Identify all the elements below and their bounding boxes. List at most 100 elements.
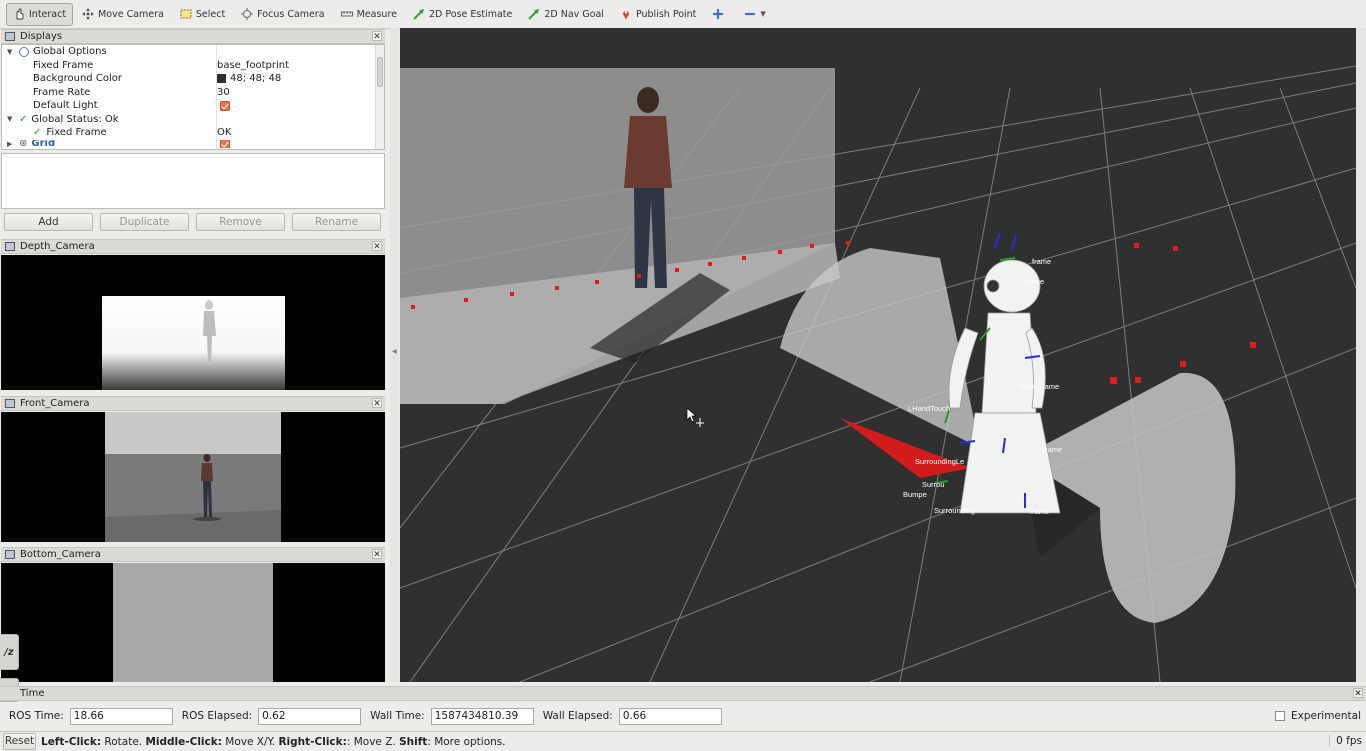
depth-camera-title: Depth_Camera	[20, 241, 95, 252]
color-swatch	[217, 74, 226, 84]
pose-estimate-tool[interactable]: 2D Pose Estimate	[406, 3, 519, 26]
tree-row-default-light[interactable]: Default Light	[2, 99, 384, 113]
tree-row-frame-rate[interactable]: Frame Rate 30	[2, 86, 384, 100]
hint-text: Rotate.	[101, 735, 146, 748]
tree-row-global-options[interactable]: ▼ Global Options	[2, 45, 384, 59]
default-light-checkbox[interactable]	[220, 100, 230, 111]
close-icon[interactable]: ✕	[372, 549, 382, 560]
fixed-frame-value[interactable]: base_footprint	[217, 60, 289, 71]
add-button[interactable]: Add	[4, 213, 93, 231]
tree-row-fixed-frame[interactable]: Fixed Frame base_footprint	[2, 59, 384, 73]
reset-button[interactable]: Reset	[3, 733, 36, 750]
front-camera-header: Front_Camera ✕	[1, 396, 385, 411]
publish-point-label: Publish Point	[635, 8, 697, 20]
measure-tool[interactable]: Measure	[334, 3, 404, 26]
main-toolbar: Interact Move Camera Select Focus Camera…	[0, 0, 1366, 29]
remove-button[interactable]: Remove	[196, 213, 285, 231]
close-icon[interactable]: ✕	[372, 31, 382, 42]
experimental-checkbox[interactable]	[1275, 711, 1285, 721]
minus-icon	[744, 8, 756, 20]
map-pin-icon	[620, 8, 632, 20]
frame-label: Bumpe	[903, 490, 927, 499]
add-tool-button[interactable]	[705, 3, 735, 26]
hint-key: Shift	[399, 735, 428, 748]
select-tool[interactable]: Select	[173, 3, 232, 26]
hint-key: Middle-Click:	[145, 735, 222, 748]
tree-row-grid[interactable]: ▶ ⊛ Grid	[2, 139, 384, 148]
displays-tree[interactable]: ▼ Global Options Fixed Frame base_footpri…	[1, 44, 385, 150]
tree-row-status-fixed-frame[interactable]: ✓ Fixed Frame OK	[2, 126, 384, 140]
front-image	[105, 412, 281, 542]
remove-tool-dropdown[interactable]: ▼	[737, 3, 772, 26]
depth-camera-view[interactable]	[1, 255, 385, 390]
3d-viewport[interactable]: frame LHandTouch back_frame SurroundingL…	[400, 28, 1356, 682]
duplicate-button[interactable]: Duplicate	[100, 213, 189, 231]
focus-camera-tool[interactable]: Focus Camera	[234, 3, 331, 26]
time-title: Time	[20, 688, 45, 699]
tree-label: Global Status: Ok	[31, 113, 119, 125]
frame-rate-value[interactable]: 30	[217, 87, 230, 98]
grid-checkbox[interactable]	[220, 139, 230, 148]
ros-time-field[interactable]: 18.66	[69, 707, 173, 725]
hint-key: Left-Click:	[41, 735, 102, 748]
focus-camera-icon	[241, 8, 254, 20]
tree-row-background-color[interactable]: Background Color 48; 48; 48	[2, 72, 384, 86]
front-camera-view[interactable]	[1, 412, 385, 542]
chevron-down-icon: ▼	[760, 10, 766, 18]
expand-arrow-icon[interactable]: ▼	[7, 48, 17, 56]
frame-label: Surrou	[922, 480, 945, 489]
depth-image	[102, 296, 285, 390]
wall-time-label: Wall Time:	[370, 710, 425, 722]
ros-time-label: ROS Time:	[9, 710, 64, 722]
close-icon[interactable]: ✕	[372, 241, 382, 252]
hint-text: : Move Z.	[346, 735, 400, 748]
close-icon[interactable]: ✕	[1353, 688, 1363, 699]
tree-scrollbar[interactable]	[375, 45, 384, 149]
side-tab-1[interactable]: /z	[0, 634, 19, 670]
tree-label: Background Color	[33, 73, 122, 85]
interact-tool[interactable]: Interact	[6, 2, 74, 26]
pose-estimate-label: 2D Pose Estimate	[428, 8, 513, 20]
bottom-image	[113, 563, 273, 682]
frame-label: frame	[1030, 507, 1049, 516]
interact-tool-label: Interact	[29, 8, 67, 20]
expand-arrow-icon[interactable]: ▶	[7, 140, 17, 148]
frame-label: LHandTouch	[908, 404, 950, 413]
publish-point-tool[interactable]: Publish Point	[613, 3, 703, 26]
move-camera-icon	[82, 8, 95, 20]
frame-label: back_frame	[1020, 382, 1059, 391]
frame-label: frame	[1032, 257, 1051, 266]
expand-arrow-icon[interactable]: ▼	[7, 115, 17, 123]
wall-time-field[interactable]: 1587434810.39	[430, 707, 534, 725]
close-icon[interactable]: ✕	[372, 398, 382, 409]
nav-goal-tool[interactable]: 2D Nav Goal	[521, 3, 611, 26]
bottom-camera-header: Bottom_Camera ✕	[1, 547, 385, 562]
splitter-left-arrow-icon: ◀	[392, 348, 397, 355]
plus-icon	[712, 8, 724, 20]
hint-text: Move X/Y.	[221, 735, 279, 748]
viewport-right-edge	[1356, 28, 1366, 682]
hint-key: Right-Click:	[278, 735, 347, 748]
bottom-camera-view[interactable]	[1, 563, 385, 682]
tree-label: Fixed Frame	[33, 59, 94, 71]
move-camera-tool[interactable]: Move Camera	[75, 3, 171, 26]
globe-icon	[19, 46, 29, 57]
displays-title: Displays	[20, 31, 63, 42]
ros-elapsed-field[interactable]: 0.62	[258, 707, 362, 725]
green-arrow-icon	[413, 8, 425, 20]
time-panel-header: Time ✕	[0, 686, 1366, 701]
rename-button[interactable]: Rename	[292, 213, 381, 231]
monitor-icon	[5, 550, 15, 559]
background-color-value[interactable]: 48; 48; 48	[217, 73, 281, 84]
hint-text: : More options.	[427, 735, 506, 748]
checkmark-icon: ✓	[33, 127, 42, 139]
panel-splitter[interactable]: ◀	[390, 28, 399, 682]
tree-row-global-status[interactable]: ▼ ✓ Global Status: Ok	[2, 113, 384, 127]
background-color-text: 48; 48; 48	[230, 73, 282, 85]
status-bar: Reset Left-Click: Rotate. Middle-Click: …	[0, 731, 1366, 751]
tree-label: Grid	[31, 139, 56, 148]
wall-elapsed-field[interactable]: 0.66	[618, 707, 722, 725]
scrollbar-thumb[interactable]	[377, 57, 383, 87]
bottom-camera-title: Bottom_Camera	[20, 549, 101, 560]
grid-icon: ⊛	[19, 139, 28, 148]
